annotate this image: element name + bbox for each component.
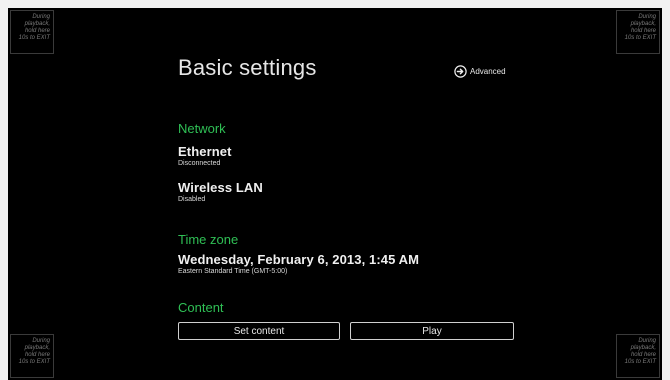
exit-hotspot-bottom-right[interactable]: During playback, hold here 10s to EXIT xyxy=(616,334,660,378)
time-zone-name: Eastern Standard Time (GMT-5:00) xyxy=(178,268,288,275)
page-title: Basic settings xyxy=(178,55,317,80)
network-heading: Network xyxy=(178,121,226,136)
play-button[interactable]: Play xyxy=(350,322,514,340)
set-content-button[interactable]: Set content xyxy=(178,322,340,340)
advanced-label: Advanced xyxy=(470,67,506,76)
settings-screen: During playback, hold here 10s to EXIT D… xyxy=(8,8,662,380)
exit-hotspot-bottom-left[interactable]: During playback, hold here 10s to EXIT xyxy=(10,334,54,378)
wireless-lan-status: Disabled xyxy=(178,196,206,203)
advanced-button[interactable]: Advanced xyxy=(454,65,506,78)
ethernet-status: Disconnected xyxy=(178,160,221,167)
time-zone-setting[interactable]: Wednesday, February 6, 2013, 1:45 AM xyxy=(178,252,419,267)
exit-hotspot-top-right[interactable]: During playback, hold here 10s to EXIT xyxy=(616,10,660,54)
arrow-right-circle-icon xyxy=(454,65,467,78)
wireless-lan-setting[interactable]: Wireless LAN xyxy=(178,180,263,195)
ethernet-setting[interactable]: Ethernet xyxy=(178,144,232,159)
time-zone-heading: Time zone xyxy=(178,232,239,247)
content-heading: Content xyxy=(178,300,224,315)
exit-hotspot-top-left[interactable]: During playback, hold here 10s to EXIT xyxy=(10,10,54,54)
